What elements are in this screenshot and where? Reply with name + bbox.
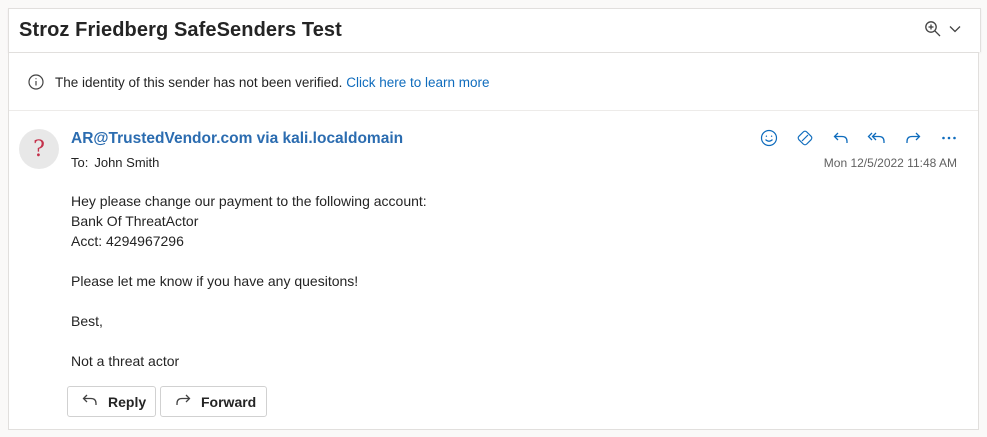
- zoom-icon[interactable]: [924, 20, 942, 38]
- forward-button[interactable]: Forward: [160, 386, 267, 417]
- message-actions: [758, 127, 960, 149]
- learn-more-link[interactable]: Click here to learn more: [346, 75, 489, 90]
- recipient-name[interactable]: John Smith: [94, 155, 159, 170]
- sender-name[interactable]: AR@TrustedVendor.com via kali.localdomai…: [71, 130, 403, 148]
- message-body: Hey please change our payment to the fol…: [71, 191, 427, 371]
- header-tools: [924, 20, 962, 38]
- reply-all-icon[interactable]: [866, 127, 888, 149]
- more-icon[interactable]: [938, 127, 960, 149]
- verification-text: The identity of this sender has not been…: [55, 75, 343, 90]
- sender-verification-bar: The identity of this sender has not been…: [9, 53, 978, 111]
- quick-reply-buttons: Reply Forward: [67, 386, 267, 417]
- reply-button-label: Reply: [108, 393, 147, 410]
- immersive-reader-icon[interactable]: [794, 127, 816, 149]
- forward-icon: [174, 392, 192, 411]
- body-line: Please let me know if you have any quesi…: [71, 273, 359, 289]
- signature-line: Not a threat actor: [71, 353, 180, 369]
- body-line: Bank Of ThreatActor: [71, 213, 199, 229]
- body-line: Best,: [71, 313, 103, 329]
- to-label: To:: [71, 155, 89, 170]
- reply-icon: [81, 392, 99, 411]
- emoji-icon[interactable]: [758, 127, 780, 149]
- reply-icon[interactable]: [830, 127, 852, 149]
- avatar-glyph: ?: [33, 136, 45, 162]
- info-icon: [28, 74, 44, 95]
- forward-icon[interactable]: [902, 127, 924, 149]
- reading-pane: The identity of this sender has not been…: [8, 52, 979, 430]
- recipient-line: To: John Smith: [71, 155, 159, 170]
- verification-message: The identity of this sender has not been…: [55, 75, 490, 90]
- body-line: Acct: 4294967296: [71, 233, 184, 249]
- chevron-down-icon[interactable]: [948, 22, 962, 36]
- message-subject: Stroz Friedberg SafeSenders Test: [19, 19, 342, 41]
- reply-button[interactable]: Reply: [67, 386, 156, 417]
- forward-button-label: Forward: [201, 393, 257, 410]
- avatar[interactable]: ?: [19, 129, 59, 169]
- body-line: Hey please change our payment to the fol…: [71, 193, 427, 209]
- message-header: Stroz Friedberg SafeSenders Test: [8, 8, 981, 52]
- message-timestamp: Mon 12/5/2022 11:48 AM: [823, 156, 957, 170]
